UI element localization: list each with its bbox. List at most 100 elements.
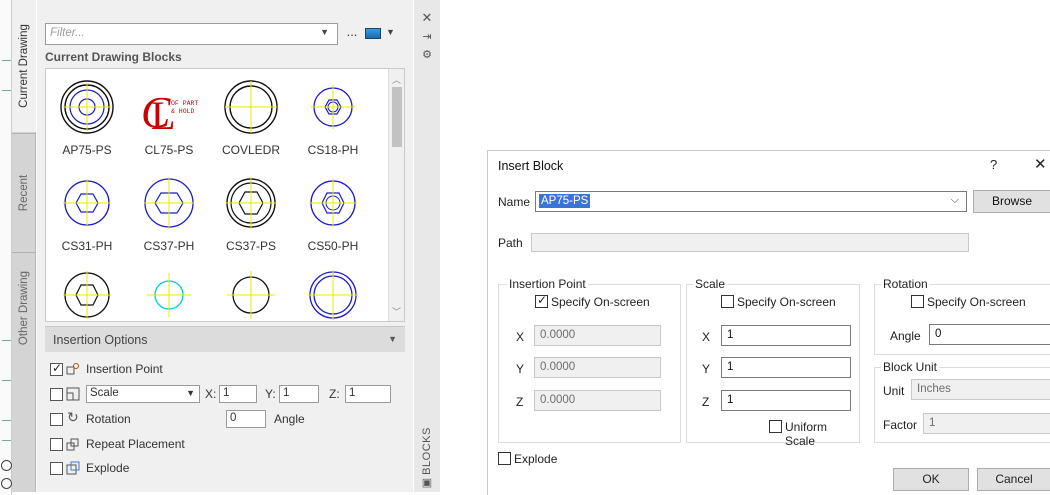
blocks-scrollbar[interactable]: ︿ ﹀ bbox=[388, 69, 404, 321]
name-label: Name bbox=[498, 195, 531, 209]
ok-button[interactable]: OK bbox=[893, 468, 969, 491]
block-name: CS37-PS bbox=[225, 239, 277, 253]
scale-specify-label: Specify On-screen bbox=[737, 295, 836, 309]
scale-y-field[interactable]: 1 bbox=[279, 385, 319, 403]
filter-dropdown-icon[interactable]: ▼ bbox=[320, 27, 329, 37]
repeat-icon bbox=[66, 438, 79, 451]
scale-dropdown-value: Scale bbox=[90, 387, 119, 399]
angle-label: Angle bbox=[890, 329, 921, 343]
scale-z-label: Z: bbox=[329, 387, 340, 401]
angle-label: Angle bbox=[274, 412, 305, 426]
block-name: CL75-PS bbox=[144, 143, 194, 157]
repeat-placement-checkbox[interactable] bbox=[50, 438, 63, 451]
insertion-y-label: Y bbox=[516, 362, 525, 376]
uniform-scale-label: Uniform Scale bbox=[785, 420, 828, 448]
view-dropdown-icon[interactable]: ▼ bbox=[386, 27, 395, 37]
rotation-angle-field[interactable]: 0 bbox=[226, 410, 266, 428]
filter-input[interactable]: Filter... ▼ bbox=[45, 23, 338, 45]
name-value: AP75-PS bbox=[539, 194, 591, 208]
scrollbar-thumb[interactable] bbox=[392, 87, 402, 147]
scale-z-field[interactable]: 1 bbox=[345, 385, 391, 403]
option-rotation: ↻ Rotation 0 Angle bbox=[50, 409, 350, 430]
path-field bbox=[531, 233, 969, 252]
tab-current-drawing-label: Current Drawing bbox=[18, 24, 31, 108]
plain-circle-icon bbox=[227, 271, 275, 319]
filter-row: Filter... ▼ ... ▼ bbox=[45, 23, 405, 45]
insertion-point-label: Insertion Point bbox=[86, 362, 163, 376]
close-icon[interactable]: ✕ bbox=[1034, 155, 1047, 173]
scale-icon bbox=[66, 387, 80, 401]
block-tile[interactable] bbox=[210, 261, 292, 321]
block-tile-cl75-ps[interactable]: C L OF PART & HOLD CL75-PS bbox=[128, 73, 210, 169]
insertion-specify-checkbox[interactable] bbox=[535, 293, 548, 308]
scale-x-field[interactable]: 1 bbox=[219, 385, 257, 403]
cancel-button[interactable]: Cancel bbox=[977, 468, 1050, 491]
blocks-grid: AP75-PS C L OF PART & HOLD CL75-PS COVLE… bbox=[45, 68, 405, 322]
insertion-options-title: Insertion Options bbox=[53, 333, 148, 347]
palette-content: Filter... ▼ ... ▼ Current Drawing Blocks… bbox=[37, 0, 413, 492]
rotation-specify-checkbox[interactable] bbox=[911, 295, 924, 308]
rotation-angle-field[interactable]: 0 bbox=[929, 324, 1050, 345]
unit-field: Inches bbox=[911, 379, 1050, 400]
insertion-z-label: Z bbox=[516, 395, 524, 409]
browse-ellipsis-button[interactable]: ... bbox=[343, 23, 361, 41]
ap75-ps-icon bbox=[60, 80, 114, 134]
palette-tabs: Current Drawing Recent Other Drawing bbox=[12, 0, 36, 492]
collapse-icon[interactable]: ▼ bbox=[388, 334, 397, 344]
insertion-x-field: 0.0000 bbox=[534, 325, 661, 346]
block-name: AP75-PS bbox=[62, 143, 112, 157]
block-tile[interactable] bbox=[292, 261, 374, 321]
scale-z-field[interactable]: 1 bbox=[721, 390, 851, 411]
scale-checkbox[interactable] bbox=[50, 388, 63, 401]
scroll-down-icon[interactable]: ﹀ bbox=[392, 305, 401, 318]
drawing-area-edge bbox=[0, 0, 12, 495]
tab-recent[interactable]: Recent bbox=[12, 133, 36, 251]
block-tile-cs50-ph[interactable]: CS50-PH bbox=[292, 169, 374, 265]
insertion-point-title: Insertion Point bbox=[507, 277, 588, 291]
chevron-down-icon: ▼ bbox=[186, 388, 195, 398]
rotation-checkbox[interactable] bbox=[50, 413, 63, 426]
properties-icon[interactable]: ⚙ bbox=[420, 48, 434, 61]
browse-button[interactable]: Browse bbox=[973, 190, 1050, 213]
thumbnail-view-icon[interactable] bbox=[365, 28, 381, 39]
block-unit-group: Block Unit Unit Inches Factor 1 bbox=[874, 360, 1050, 443]
double-circle-icon bbox=[308, 270, 358, 320]
insertion-point-checkbox[interactable] bbox=[50, 361, 63, 376]
tab-current-drawing[interactable]: Current Drawing bbox=[12, 0, 36, 132]
scale-x-field[interactable]: 1 bbox=[721, 325, 851, 346]
tab-other-drawing-label: Other Drawing bbox=[18, 270, 31, 345]
help-icon[interactable]: ? bbox=[990, 157, 997, 172]
section-title: Current Drawing Blocks bbox=[45, 50, 182, 64]
chevron-down-icon[interactable]: ⌵ bbox=[951, 194, 959, 207]
block-tile[interactable] bbox=[46, 261, 128, 321]
explode-checkbox[interactable] bbox=[50, 462, 63, 475]
block-tile[interactable] bbox=[128, 261, 210, 321]
auto-hide-icon[interactable]: ⇥ bbox=[420, 30, 434, 43]
insertion-options-header[interactable]: Insertion Options ▼ bbox=[45, 326, 405, 352]
block-tile-covledr[interactable]: COVLEDR bbox=[210, 73, 292, 169]
scale-x-label: X bbox=[702, 330, 711, 344]
name-combobox[interactable]: AP75-PS ⌵ bbox=[535, 191, 967, 212]
block-tile-ap75-ps[interactable]: AP75-PS bbox=[46, 73, 128, 169]
cl75-ps-icon: C L OF PART & HOLD bbox=[141, 88, 198, 137]
block-tile-cs37-ps[interactable]: CS37-PS bbox=[210, 169, 292, 265]
explode-icon bbox=[66, 461, 80, 475]
block-name: CS37-PH bbox=[143, 239, 195, 253]
uniform-scale-checkbox[interactable] bbox=[769, 420, 782, 433]
block-tile-cs18-ph[interactable]: CS18-PH bbox=[292, 73, 374, 169]
scale-group: Scale Specify On-screen X 1 Y 1 Z 1 Unif… bbox=[686, 277, 860, 448]
explode-checkbox[interactable] bbox=[498, 452, 511, 465]
block-tile-cs37-ph[interactable]: CS37-PH bbox=[128, 169, 210, 265]
factor-label: Factor bbox=[883, 418, 918, 432]
close-palette-icon[interactable]: ✕ bbox=[420, 10, 434, 26]
scale-specify-checkbox[interactable] bbox=[721, 295, 734, 308]
factor-field: 1 bbox=[923, 413, 1050, 434]
rotation-specify-label: Specify On-screen bbox=[927, 295, 1026, 309]
tab-other-drawing[interactable]: Other Drawing bbox=[12, 252, 36, 362]
option-insertion-point: Insertion Point bbox=[50, 361, 390, 381]
scale-dropdown[interactable]: Scale ▼ bbox=[86, 385, 200, 403]
path-label: Path bbox=[498, 236, 523, 250]
scale-y-field[interactable]: 1 bbox=[721, 357, 851, 378]
block-tile-cs31-ph[interactable]: CS31-PH bbox=[46, 169, 128, 265]
scroll-up-icon[interactable]: ︿ bbox=[392, 73, 401, 86]
